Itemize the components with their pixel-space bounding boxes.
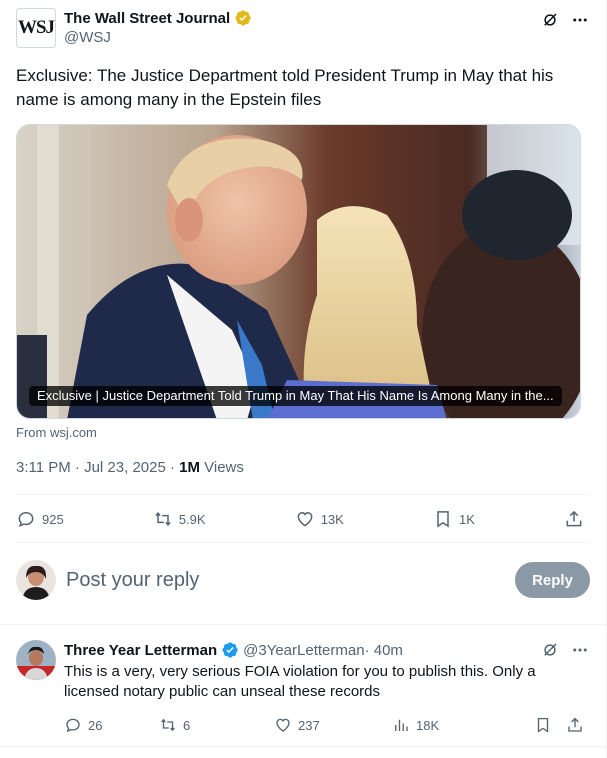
more-icon[interactable]	[570, 10, 590, 30]
reply-retweet-action[interactable]: 6	[159, 716, 274, 734]
tweet-timestamp[interactable]: 3:11 PM · Jul 23, 2025 ·	[16, 459, 179, 476]
bookmark-icon[interactable]	[534, 716, 552, 734]
tweet-text: Exclusive: The Justice Department told P…	[16, 66, 554, 109]
reply-like-count: 237	[298, 717, 320, 733]
reply-composer: Post your reply Reply	[16, 560, 590, 600]
share-icon[interactable]	[566, 716, 584, 734]
tweet-actions-bar: 925 5.9K 13K 1K	[16, 507, 584, 531]
bookmark-icon	[437, 511, 449, 528]
reply-header: Three Year Letterman @3YearLetterman · 4…	[64, 640, 590, 660]
reply-action[interactable]: 925	[16, 509, 64, 529]
views-icon	[395, 719, 408, 731]
card-source-domain[interactable]: From wsj.com	[16, 425, 97, 440]
current-user-avatar[interactable]	[16, 560, 56, 600]
reply-reply-count: 26	[88, 717, 103, 733]
tweet-meta: 3:11 PM · Jul 23, 2025 · 1M Views	[16, 458, 244, 478]
bookmark-count: 1K	[458, 511, 475, 527]
reply-input[interactable]: Post your reply	[66, 569, 515, 592]
more-icon[interactable]	[570, 640, 590, 660]
heart-icon	[276, 718, 290, 732]
reply-views-action[interactable]: 18K	[392, 716, 502, 734]
reply-icon	[66, 718, 80, 733]
heart-icon	[297, 511, 313, 527]
author-names: The Wall Street Journal @WSJ	[64, 8, 252, 48]
reply-retweet-count: 6	[183, 717, 191, 733]
divider	[0, 624, 606, 625]
reply-author-name[interactable]: Three Year Letterman	[64, 642, 217, 659]
reply-button[interactable]: Reply	[515, 562, 590, 598]
grok-icon[interactable]	[540, 10, 560, 30]
share-icon	[566, 510, 582, 527]
tweet-header: WSJ The Wall Street Journal @WSJ	[16, 8, 590, 52]
views-label: Views	[199, 459, 244, 476]
divider	[16, 494, 590, 495]
reply-count: 925	[42, 511, 64, 527]
link-card-caption[interactable]: Exclusive | Justice Department Told Trum…	[29, 386, 562, 406]
divider	[0, 746, 606, 747]
verified-blue-badge-icon	[222, 642, 238, 658]
divider	[16, 542, 590, 543]
retweet-action[interactable]: 5.9K	[153, 509, 206, 529]
reply-icon	[18, 511, 34, 528]
reply-actions-bar: 26 6 237 18K	[64, 715, 584, 735]
reply-text: This is a very, very serious FOIA violat…	[64, 663, 536, 700]
retweet-count: 5.9K	[178, 511, 206, 527]
grok-icon[interactable]	[540, 640, 560, 660]
reply-author-avatar[interactable]	[16, 640, 56, 680]
bookmark-action[interactable]: 1K	[433, 509, 475, 529]
link-card-image[interactable]: Exclusive | Justice Department Told Trum…	[16, 124, 581, 419]
reply-header-actions	[540, 640, 590, 660]
like-action[interactable]: 13K	[295, 509, 344, 529]
author-handle[interactable]: @WSJ	[64, 28, 252, 48]
reply-body: Three Year Letterman @3YearLetterman · 4…	[64, 640, 590, 702]
reply-timestamp[interactable]: · 40m	[365, 642, 403, 659]
reply-views-count: 18K	[416, 717, 440, 733]
views-count: 1M	[179, 459, 200, 476]
share-action[interactable]	[564, 509, 584, 529]
like-count: 13K	[320, 511, 344, 527]
news-photo	[17, 125, 580, 418]
reply-reply-action[interactable]: 26	[64, 716, 159, 734]
reply-like-action[interactable]: 237	[274, 716, 392, 734]
author-avatar[interactable]: WSJ	[16, 8, 56, 48]
verified-gold-badge-icon	[235, 10, 251, 26]
retweet-icon	[155, 511, 171, 527]
reply-author-handle[interactable]: @3YearLetterman	[243, 642, 364, 659]
reply-bookmark-share	[534, 716, 584, 734]
tweet-detail-page: WSJ The Wall Street Journal @WSJ Exclusi…	[0, 0, 607, 758]
author-name-row[interactable]: The Wall Street Journal	[64, 8, 252, 28]
header-actions	[540, 8, 590, 30]
author-name[interactable]: The Wall Street Journal	[64, 10, 230, 27]
retweet-icon	[161, 718, 175, 732]
